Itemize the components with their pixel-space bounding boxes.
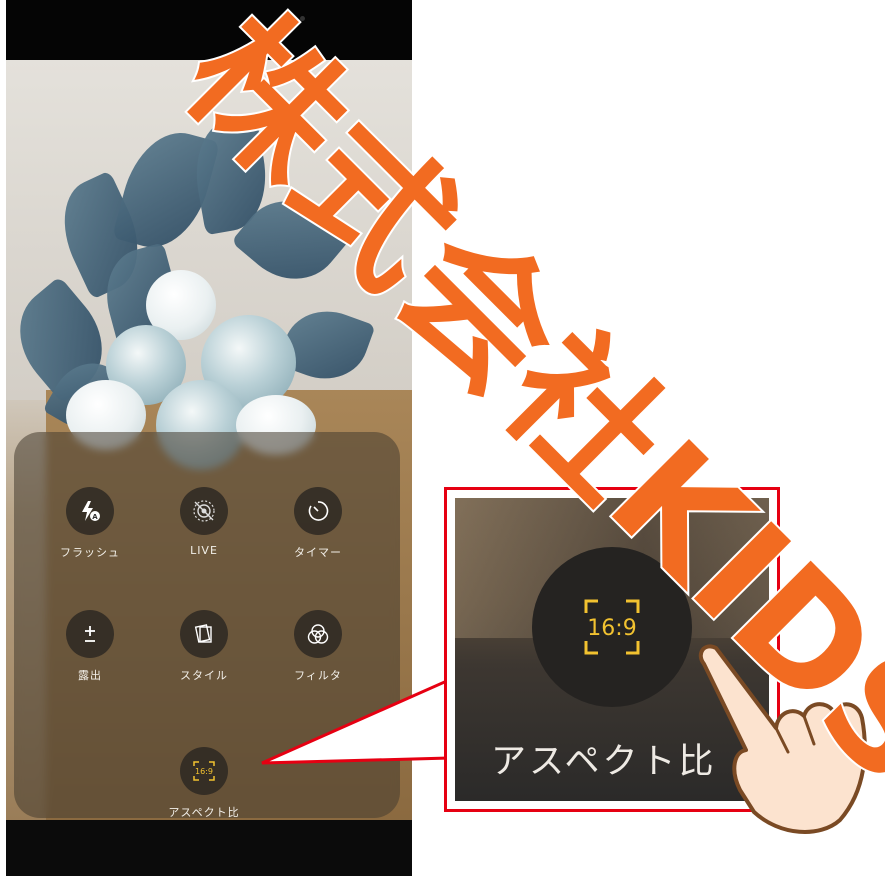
zoom-aspect-ratio-value: 16:9 <box>587 616 636 641</box>
zoom-aspect-ratio-circle: 16:9 <box>532 547 692 707</box>
zoom-aspect-ratio-label: アスペクト比 <box>491 742 717 782</box>
pointing-hand-icon <box>698 644 867 834</box>
aspect-ratio-icon: 16:9 <box>584 599 640 655</box>
